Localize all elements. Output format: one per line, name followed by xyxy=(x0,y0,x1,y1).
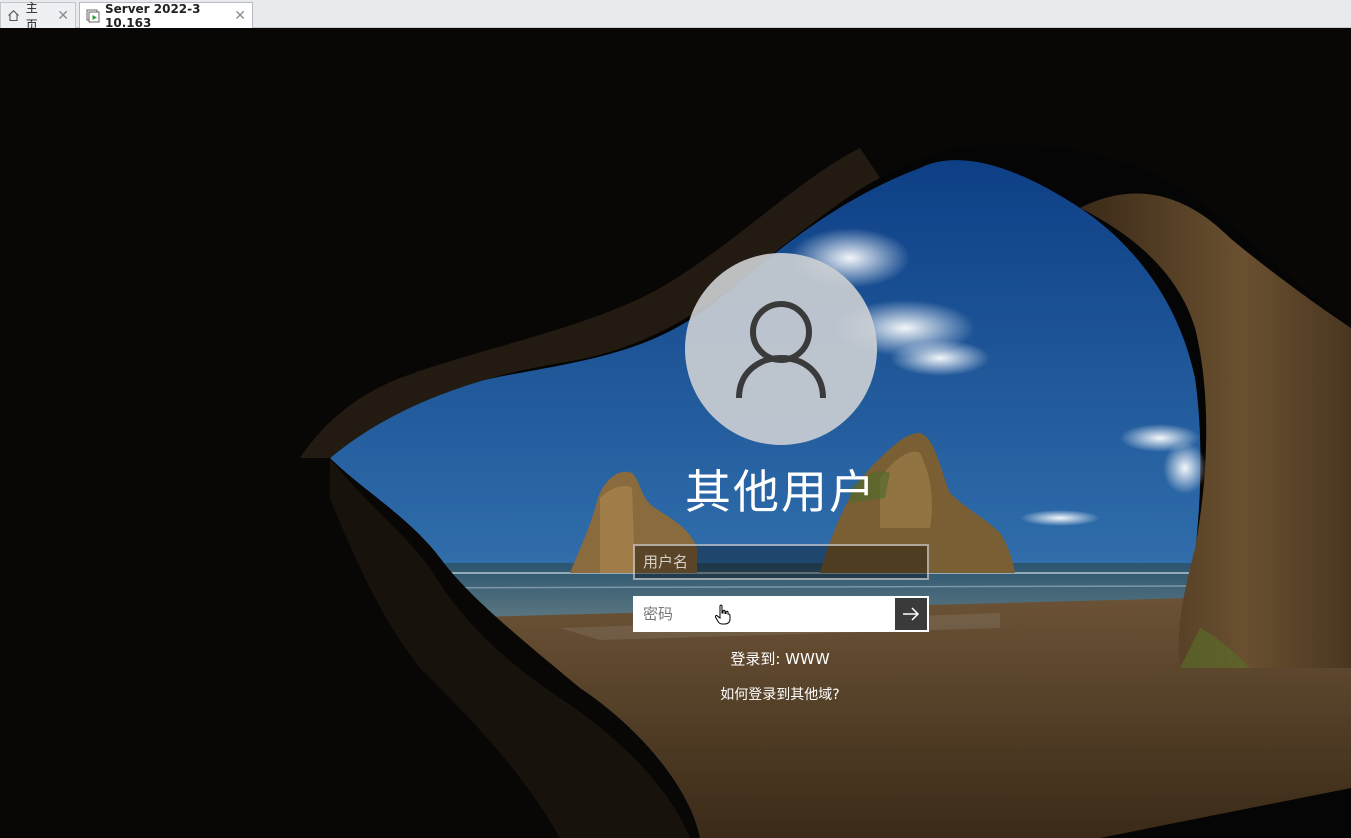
hand-cursor-icon xyxy=(714,604,731,625)
tab-strip: 主页 ✕ Server 2022-3 10.163 ✕ xyxy=(0,0,1351,32)
tab-server[interactable]: Server 2022-3 10.163 ✕ xyxy=(79,1,253,30)
user-title: 其他用户 xyxy=(685,465,877,519)
home-icon xyxy=(7,9,21,23)
user-avatar xyxy=(685,253,877,445)
close-icon[interactable]: ✕ xyxy=(57,9,69,23)
vm-running-icon xyxy=(86,9,100,23)
wallpaper-cave-beach xyxy=(0,28,1351,838)
signin-domain-label: 登录到: WWW xyxy=(730,650,830,668)
submit-button[interactable] xyxy=(895,598,927,630)
arrow-right-icon xyxy=(903,607,920,621)
username-field[interactable] xyxy=(633,544,929,580)
password-box xyxy=(633,596,929,632)
lock-screen: 其他用户 登录到: WWW 如何登录到其他域? xyxy=(0,28,1351,838)
user-icon xyxy=(736,301,826,399)
other-domain-link[interactable]: 如何登录到其他域? xyxy=(630,684,930,704)
close-icon[interactable]: ✕ xyxy=(234,9,246,23)
password-field[interactable] xyxy=(635,598,895,630)
tab-label: Server 2022-3 10.163 xyxy=(105,1,201,30)
tab-home[interactable]: 主页 ✕ xyxy=(0,1,76,32)
